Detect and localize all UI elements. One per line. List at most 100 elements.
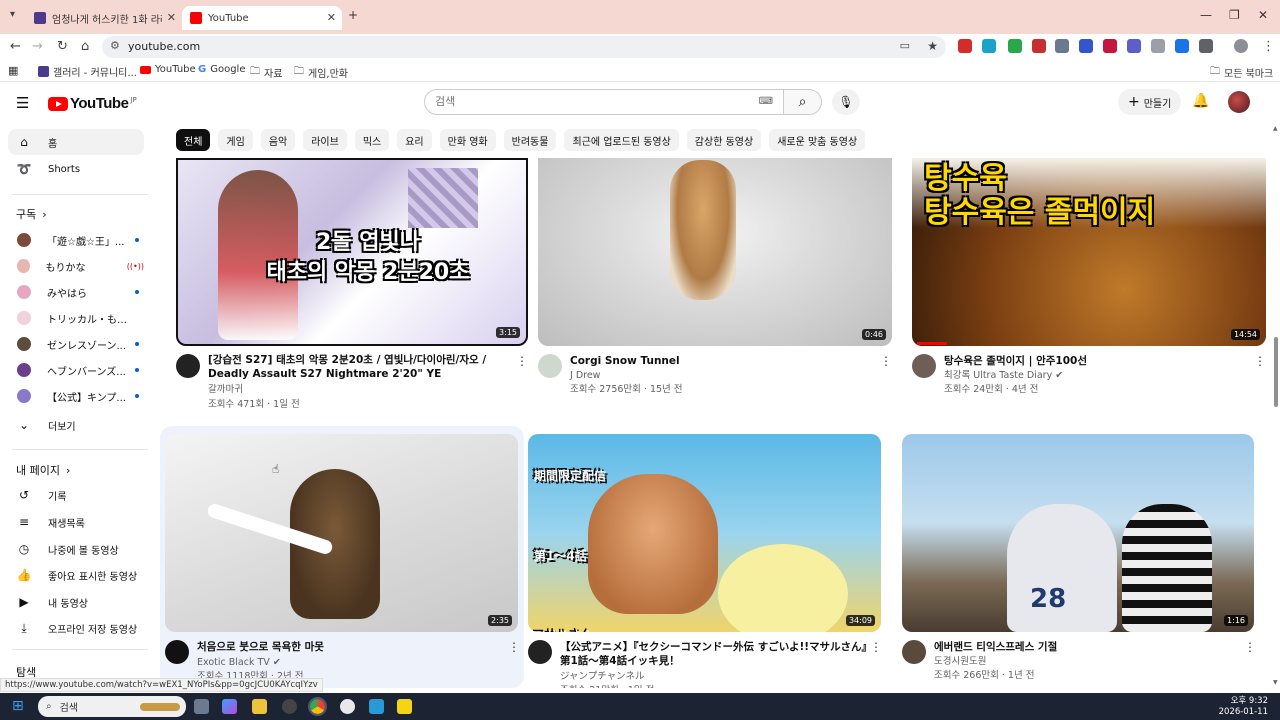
app-icon[interactable] xyxy=(282,699,297,714)
new-tab-icon[interactable]: + xyxy=(348,8,358,22)
tab-youtube[interactable]: YouTube ✕ xyxy=(182,6,342,30)
bookmark-item[interactable]: G Google xyxy=(198,64,245,75)
tab-other[interactable]: 엄청나게 허스키한 1화 라라 - ✕ xyxy=(26,6,182,30)
video-thumbnail[interactable]: 2:35 xyxy=(165,434,518,632)
channel-name[interactable]: 도경시원도원 xyxy=(934,655,986,669)
channel-avatar[interactable] xyxy=(528,640,552,664)
more-actions-icon[interactable]: ⋮ xyxy=(508,640,520,654)
channel-name[interactable]: 최강록 Ultra Taste Diary ✔ xyxy=(944,369,1063,383)
video-thumbnail[interactable]: 2돌 엽빛나 태초의 악몽 2분20초 3:15 xyxy=(176,158,528,346)
video-card[interactable]: 0:46 Corgi Snow Tunnel J Drew 조회수 2756만회… xyxy=(538,158,892,414)
browser-menu-icon[interactable]: ⋮ xyxy=(1262,39,1275,54)
windows-start-icon[interactable]: ⊞ xyxy=(12,698,24,714)
video-title[interactable]: 에버랜드 티익스프레스 기절 xyxy=(934,640,1244,654)
taskbar-clock[interactable]: 오후 9:32 2026-01-11 xyxy=(1219,696,1268,718)
video-card[interactable]: 28 1:16 에버랜드 티익스프레스 기절 도경시원도원 조회수 266만회 … xyxy=(902,434,1256,688)
more-actions-icon[interactable]: ⋮ xyxy=(880,354,892,368)
video-card[interactable]: 2돌 엽빛나 태초의 악몽 2분20초 3:15 [강습전 S27] 태초의 악… xyxy=(176,158,528,414)
more-actions-icon[interactable]: ⋮ xyxy=(1244,640,1256,654)
all-bookmarks[interactable]: 🗀 모든 북마크 xyxy=(1210,64,1273,81)
extension-icon[interactable] xyxy=(958,39,972,53)
scroll-down-icon[interactable]: ▼ xyxy=(1273,679,1278,686)
show-more-button[interactable]: ⌄ 더보기 xyxy=(8,412,144,438)
omnibox[interactable]: ⚙ youtube.com ▭ ★ xyxy=(102,36,946,58)
cast-icon[interactable]: ▭ xyxy=(900,39,910,52)
download-extension-icon[interactable] xyxy=(1175,39,1189,53)
voice-search-button[interactable]: 🎙 xyxy=(832,89,860,115)
home-browser-icon[interactable]: ⌂ xyxy=(81,39,89,54)
channel-avatar[interactable] xyxy=(902,640,926,664)
channel-name[interactable]: J Drew xyxy=(570,369,600,383)
bookmark-item[interactable]: 갤러리 - 커뮤니티... xyxy=(38,64,137,79)
video-thumbnail[interactable]: 0:46 xyxy=(538,158,892,346)
sidebar-item-liked[interactable]: 👍 좋아요 표시한 동영상 xyxy=(8,562,144,588)
bookmark-folder[interactable]: 🗀 게임,만화 xyxy=(294,64,348,81)
account-avatar[interactable] xyxy=(1228,91,1250,113)
chip-new-to-you[interactable]: 새로운 맞춤 동영상 xyxy=(769,129,866,151)
extension-icon[interactable] xyxy=(1103,39,1117,53)
channel-name[interactable]: Exotic Black TV ✔ xyxy=(197,656,281,670)
more-actions-icon[interactable]: ⋮ xyxy=(516,354,528,368)
site-info-icon[interactable]: ⚙ xyxy=(110,39,120,52)
channel-avatar[interactable] xyxy=(538,354,562,378)
extension-icon[interactable] xyxy=(1079,39,1093,53)
profile-icon[interactable] xyxy=(1234,39,1248,53)
subscription-item[interactable]: ゼンレスゾーン... xyxy=(8,331,144,357)
app-icon[interactable] xyxy=(340,699,355,714)
copilot-icon[interactable] xyxy=(222,699,237,714)
chip-animation[interactable]: 만화 영화 xyxy=(439,129,496,151)
tab-search-icon[interactable]: ▾ xyxy=(10,9,15,20)
chrome-icon[interactable] xyxy=(308,697,327,716)
video-card[interactable]: 期間限定配信 第1〜4話 マサルさん 34:09 【公式アニメ】『セクシーコマン… xyxy=(528,434,882,688)
search-input[interactable] xyxy=(435,95,735,108)
tab-close-icon[interactable]: ✕ xyxy=(167,11,176,24)
channel-avatar[interactable] xyxy=(176,354,200,378)
search-button[interactable]: ⌕ xyxy=(784,89,822,115)
chip-watched[interactable]: 감상한 동영상 xyxy=(686,129,762,151)
chip-recent-uploads[interactable]: 최근에 업로드된 동영상 xyxy=(564,129,679,151)
extension-icon[interactable] xyxy=(982,39,996,53)
kakaotalk-icon[interactable] xyxy=(397,699,412,714)
sidebar-item-downloads[interactable]: ⤓ 오프라인 저장 동영상 xyxy=(8,615,144,641)
scrollbar-thumb[interactable] xyxy=(1274,337,1278,407)
reload-icon[interactable]: ↻ xyxy=(57,39,68,54)
tab-close-icon[interactable]: ✕ xyxy=(327,11,336,24)
channel-avatar[interactable] xyxy=(165,640,189,664)
extension-icon[interactable] xyxy=(1151,39,1165,53)
video-title[interactable]: 탕수육은 졸먹이지 | 안주100선 xyxy=(944,354,1254,368)
video-thumbnail[interactable]: 탕수육 탕수육은 졸먹이지 14:54 xyxy=(912,158,1266,346)
file-explorer-icon[interactable] xyxy=(252,699,267,714)
video-thumbnail[interactable]: 28 1:16 xyxy=(902,434,1254,632)
video-thumbnail[interactable]: 期間限定配信 第1〜4話 マサルさん 34:09 xyxy=(528,434,881,632)
chip-mixes[interactable]: 믹스 xyxy=(354,129,390,151)
scroll-up-icon[interactable]: ▲ xyxy=(1273,125,1278,132)
chip-pets[interactable]: 반려동물 xyxy=(503,129,557,151)
extensions-puzzle-icon[interactable] xyxy=(1199,39,1213,53)
extension-icon[interactable] xyxy=(1008,39,1022,53)
bookmark-star-icon[interactable]: ★ xyxy=(927,39,938,53)
taskbar-search[interactable]: ⌕ 검색 xyxy=(38,696,186,717)
subscriptions-heading[interactable]: 구독 › xyxy=(16,206,47,222)
extension-icon[interactable] xyxy=(1032,39,1046,53)
channel-name[interactable]: 갈까마귀 xyxy=(208,383,243,397)
sidebar-item-watch-later[interactable]: ◷ 나중에 볼 동영상 xyxy=(8,536,144,562)
subscription-item[interactable]: 【公式】キンプ... xyxy=(8,383,144,409)
video-title[interactable]: 처음으로 붓으로 목욕한 마못 xyxy=(197,640,497,654)
hamburger-menu-icon[interactable]: ☰ xyxy=(16,94,29,112)
chip-all[interactable]: 전체 xyxy=(176,129,211,151)
more-actions-icon[interactable]: ⋮ xyxy=(1254,354,1266,368)
chip-live[interactable]: 라이브 xyxy=(303,129,347,151)
video-title[interactable]: [강습전 S27] 태초의 악몽 2분20초 / 엽빛나/다이아린/자오 / D… xyxy=(208,353,516,381)
chip-games[interactable]: 게임 xyxy=(218,129,253,151)
you-heading[interactable]: 내 페이지 › xyxy=(16,462,70,478)
app-icon[interactable] xyxy=(369,699,384,714)
extension-icon[interactable] xyxy=(1127,39,1141,53)
bookmark-folder[interactable]: 🗀 자료 xyxy=(250,64,282,81)
video-title[interactable]: Corgi Snow Tunnel xyxy=(570,354,880,368)
sidebar-item-my-videos[interactable]: ▶ 내 동영상 xyxy=(8,589,144,615)
page-scrollbar[interactable]: ▲ ▼ xyxy=(1272,123,1280,688)
sidebar-item-home[interactable]: ⌂ 홈 xyxy=(8,129,144,155)
notifications-bell-icon[interactable]: 🔔 xyxy=(1192,93,1209,109)
task-view-icon[interactable] xyxy=(194,699,209,714)
more-actions-icon[interactable]: ⋮ xyxy=(870,640,882,654)
